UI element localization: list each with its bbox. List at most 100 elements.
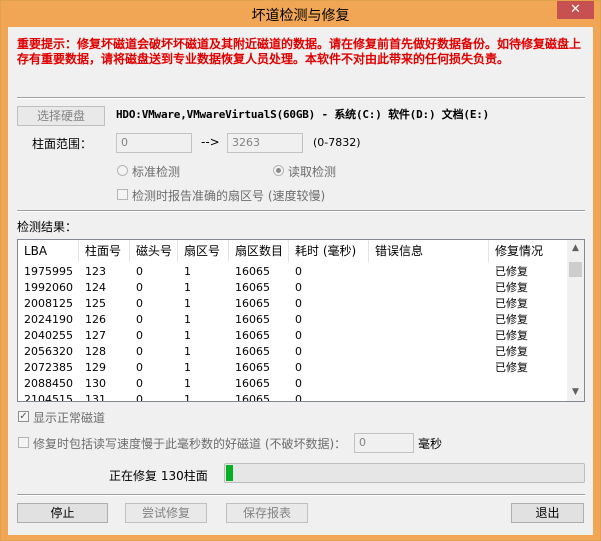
table-cell: 2056320 [24,345,73,358]
table-cell: 0 [295,361,302,374]
table-row[interactable]: 2088450 130 0 1 16065 0 [18,376,567,392]
save-report-button[interactable]: 保存报表 [226,503,308,523]
table-cell: 已修复 [495,329,528,342]
divider [17,97,585,99]
table-cell: 16065 [235,297,270,310]
scroll-up-icon[interactable]: ▲ [567,240,584,257]
report-sector-checkbox[interactable] [117,189,128,200]
table-row[interactable]: 1975995 123 0 1 16065 0 已修复 [18,264,567,280]
table-cell: 124 [85,281,106,294]
table-cell: 1 [184,265,191,278]
repair-progress-bar [224,463,585,483]
results-label: 检测结果： [17,220,78,234]
table-cell: 129 [85,361,106,374]
column-header[interactable]: LBA [18,240,79,262]
try-repair-button[interactable]: 尝试修复 [125,503,207,523]
table-cell: 0 [136,393,143,402]
table-cell: 16065 [235,281,270,294]
table-cell: 0 [136,361,143,374]
table-cell [369,296,489,312]
column-header[interactable]: 扇区号 [178,240,229,262]
table-row[interactable]: 2072385 129 0 1 16065 0 已修复 [18,360,567,376]
table-cell: 1 [184,329,191,342]
table-cell [369,312,489,328]
range-hint: (0-7832) [313,136,361,149]
report-sector-label: 检测时报告准确的扇区号 (速度较慢) [132,189,326,203]
range-label: 柱面范围： [32,137,93,151]
table-row[interactable]: 1992060 124 0 1 16065 0 已修复 [18,280,567,296]
column-header[interactable]: 柱面号 [79,240,130,262]
slow-repair-input[interactable]: 0 [354,433,414,453]
table-cell: 1 [184,313,191,326]
table-cell: 0 [295,281,302,294]
range-end-input[interactable]: 3263 [227,133,303,153]
table-cell: 16065 [235,377,270,390]
table-cell: 1 [184,345,191,358]
table-row[interactable]: 2040255 127 0 1 16065 0 已修复 [18,328,567,344]
repair-dialog: 坏道检测与修复 ✕ 重要提示：修复坏磁道会破坏坏磁道及其附近磁道的数据。请在修复… [0,0,601,541]
scroll-thumb[interactable] [569,262,582,277]
table-cell: 0 [136,313,143,326]
table-cell: 0 [136,377,143,390]
range-arrow: --> [201,135,220,149]
table-cell: 1975995 [24,265,73,278]
table-cell: 16065 [235,329,270,342]
table-row[interactable]: 2056320 128 0 1 16065 0 已修复 [18,344,567,360]
table-cell: 0 [136,265,143,278]
range-start-input[interactable]: 0 [116,133,192,153]
table-cell: 2040255 [24,329,73,342]
table-cell: 0 [136,281,143,294]
column-header[interactable]: 扇区数目 [229,240,289,262]
table-cell: 127 [85,329,106,342]
column-header[interactable]: 错误信息 [369,240,489,262]
standard-check-radio[interactable] [117,165,128,176]
scroll-down-icon[interactable]: ▼ [567,384,584,401]
results-list[interactable]: LBA 柱面号 磁头号 扇区号 扇区数目 耗时 (毫秒) 错误信息 修复情况 1… [17,239,585,402]
column-header[interactable]: 耗时 (毫秒) [289,240,369,262]
table-cell: 131 [85,393,106,402]
disk-info: HDO:VMware,VMwareVirtualS(60GB) - 系统(C:)… [116,108,490,121]
table-row[interactable]: 2008125 125 0 1 16065 0 已修复 [18,296,567,312]
table-cell: 128 [85,345,106,358]
table-cell: 0 [295,313,302,326]
table-cell: 1 [184,393,191,402]
table-cell: 123 [85,265,106,278]
table-cell: 0 [295,265,302,278]
stop-button[interactable]: 停止 [17,503,108,523]
table-cell: 130 [85,377,106,390]
table-cell: 0 [295,297,302,310]
table-row[interactable]: 2024190 126 0 1 16065 0 已修复 [18,312,567,328]
slow-repair-checkbox[interactable] [18,437,29,448]
table-cell: 0 [295,393,302,402]
table-cell [369,344,489,360]
title-bar[interactable]: 坏道检测与修复 ✕ [1,1,600,27]
table-cell [489,392,567,401]
warning-text: 重要提示：修复坏磁道会破坏坏磁道及其附近磁道的数据。请在修复前首先做好数据备份。… [17,37,582,66]
table-cell [369,280,489,296]
table-cell: 0 [295,345,302,358]
read-check-radio[interactable] [273,165,284,176]
table-cell: 已修复 [495,313,528,326]
show-normal-checkbox[interactable]: ✓ [18,411,29,422]
table-cell: 1 [184,297,191,310]
exit-button[interactable]: 退出 [511,503,584,523]
show-normal-label: 显示正常磁道 [33,411,106,425]
standard-check-label: 标准检测 [132,165,181,179]
slow-repair-label: 修复时包括读写速度慢于此毫秒数的好磁道 (不破坏数据)： [33,437,347,451]
vertical-scrollbar[interactable]: ▲ ▼ [567,240,584,401]
table-cell: 1 [184,361,191,374]
table-cell: 0 [295,329,302,342]
slow-repair-unit: 毫秒 [418,437,443,451]
table-cell: 1 [184,281,191,294]
table-cell: 2008125 [24,297,73,310]
table-cell [489,376,567,392]
table-cell: 16065 [235,313,270,326]
table-cell: 16065 [235,361,270,374]
dialog-body: 重要提示：修复坏磁道会破坏坏磁道及其附近磁道的数据。请在修复前首先做好数据备份。… [8,27,593,535]
select-disk-button[interactable]: 选择硬盘 [17,106,105,126]
close-button[interactable]: ✕ [557,1,594,19]
table-row[interactable]: 2104515 131 0 1 16065 0 [18,392,567,402]
table-cell: 126 [85,313,106,326]
column-header[interactable]: 修复情况 [489,240,567,262]
column-header[interactable]: 磁头号 [130,240,178,262]
